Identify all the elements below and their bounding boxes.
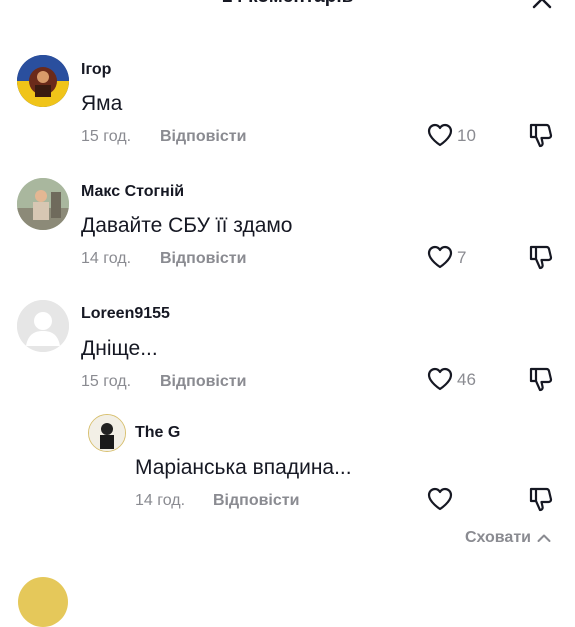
reply-button[interactable]: Відповісти (213, 492, 299, 510)
username[interactable]: Loreen9155 (81, 305, 170, 323)
comment-text: Давайте СБУ її здамо (81, 214, 293, 237)
dislike-icon[interactable] (528, 121, 554, 149)
heart-icon[interactable] (426, 366, 454, 392)
heart-icon[interactable] (426, 244, 454, 270)
hide-replies-label: Сховати (464, 529, 531, 546)
dislike-icon[interactable] (528, 485, 554, 513)
chevron-up-icon (537, 534, 551, 542)
avatar[interactable] (17, 300, 69, 352)
close-icon[interactable] (531, 0, 553, 10)
reply-button[interactable]: Відповісти (160, 373, 246, 391)
comment-time: 15 год. (81, 128, 132, 145)
comments-count-title: 14 коментарів (0, 0, 575, 16)
dislike-icon[interactable] (528, 365, 554, 393)
hide-replies-button[interactable]: Сховати (465, 529, 551, 547)
avatar[interactable] (17, 178, 69, 230)
heart-icon[interactable] (426, 486, 454, 512)
like-count: 7 (457, 248, 467, 267)
comment-text: Маріанська впадина... (135, 456, 352, 479)
comment-time: 14 год. (81, 250, 132, 267)
comment-text: Дніще... (81, 337, 158, 360)
like-count: 46 (457, 370, 476, 389)
reply-button[interactable]: Відповісти (160, 250, 246, 268)
dislike-icon[interactable] (528, 243, 554, 271)
reply-button[interactable]: Відповісти (160, 128, 246, 146)
username[interactable]: Макс Стогній (81, 183, 184, 201)
username[interactable]: The G (135, 424, 180, 442)
like-count: 10 (457, 126, 476, 145)
comment-time: 15 год. (81, 373, 132, 390)
username[interactable]: Ігор (81, 61, 111, 79)
comment-text: Яма (81, 92, 123, 115)
heart-icon[interactable] (426, 122, 454, 148)
comment-time: 14 год. (135, 492, 186, 509)
avatar[interactable] (88, 414, 126, 452)
avatar[interactable] (17, 55, 69, 107)
